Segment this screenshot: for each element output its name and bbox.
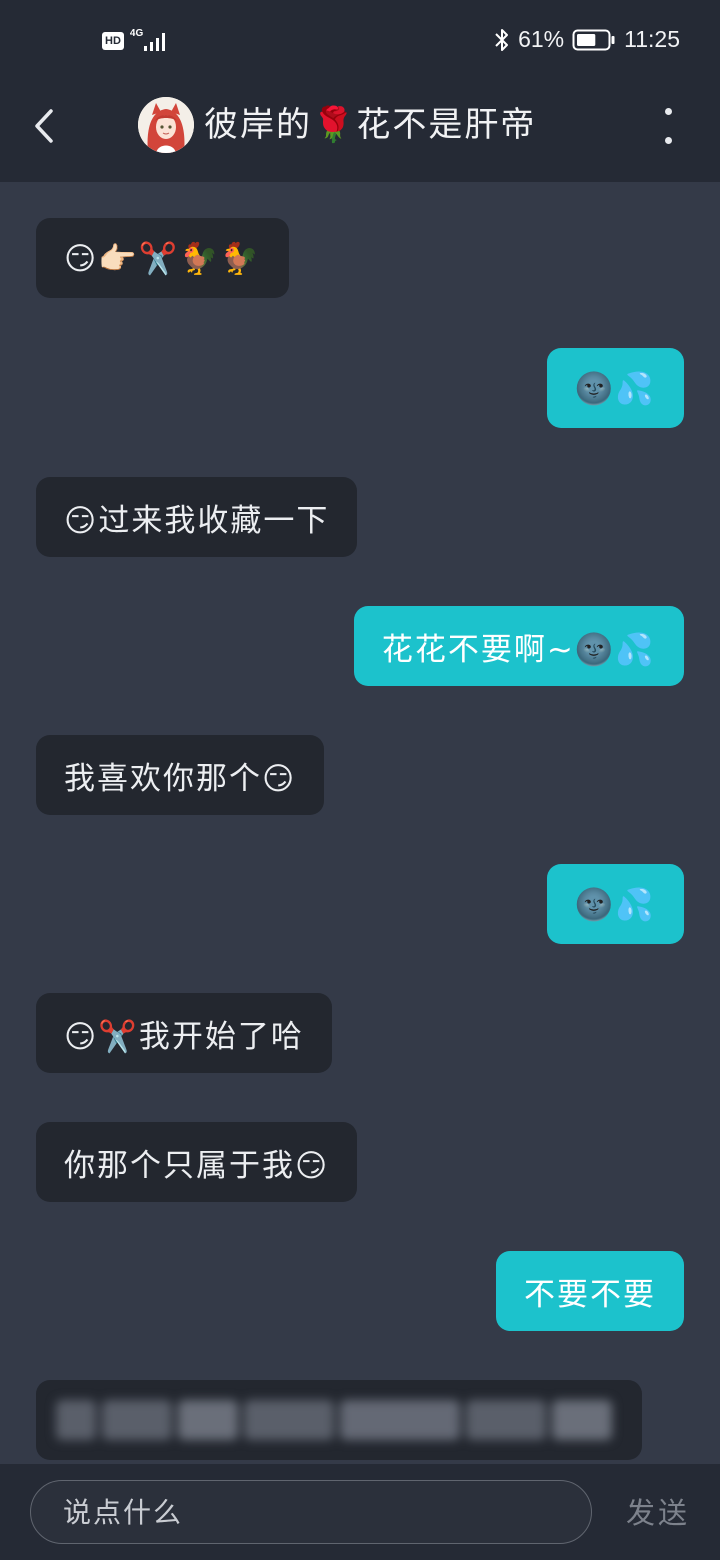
chat-title: 彼岸的🌹花不是肝帝 — [204, 105, 537, 145]
message-incoming[interactable]: 😏👉🏻✂️🐓🐓 — [36, 218, 289, 298]
message-incoming[interactable]: 😏过来我收藏一下 — [36, 477, 358, 557]
more-options-button[interactable] — [656, 108, 680, 144]
bluetooth-icon — [495, 28, 509, 51]
chat-header: 彼岸的🌹花不是肝帝 — [0, 84, 720, 182]
clock: 11:25 — [624, 26, 680, 52]
status-left: HD 4G — [102, 28, 170, 54]
message-outgoing[interactable]: 🌚💦 — [546, 864, 684, 944]
signal-icon — [143, 33, 165, 51]
more-vertical-icon-dot — [664, 108, 672, 115]
send-button[interactable]: 发送 — [626, 1490, 690, 1532]
message-incoming[interactable]: 我喜欢你那个😏 — [36, 735, 325, 815]
input-bar: 发送 — [0, 1464, 720, 1560]
hd-icon: HD — [102, 32, 124, 50]
message-outgoing[interactable]: 花花不要啊~🌚💦 — [353, 606, 684, 686]
avatar-image — [138, 97, 194, 153]
more-vertical-icon-dot — [664, 137, 672, 144]
avatar[interactable] — [138, 97, 194, 153]
message-incoming[interactable]: 😏✂️我开始了哈 — [36, 993, 332, 1073]
battery-icon — [572, 29, 615, 50]
blurred-content — [56, 1392, 626, 1448]
status-bar: HD 4G 61% 11:25 — [0, 0, 720, 84]
message-incoming[interactable]: 你那个只属于我😏 — [36, 1122, 358, 1202]
back-button[interactable] — [26, 106, 62, 146]
message-outgoing[interactable]: 不要不要 — [496, 1251, 684, 1331]
chevron-left-icon — [35, 109, 53, 143]
network-indicator: 4G — [130, 28, 170, 54]
status-right: 61% 11:25 — [494, 26, 680, 53]
message-input[interactable] — [30, 1480, 592, 1544]
message-incoming-blurred[interactable] — [36, 1380, 642, 1460]
message-outgoing[interactable]: 🌚💦 — [546, 348, 684, 428]
battery-percent: 61% — [518, 26, 565, 52]
